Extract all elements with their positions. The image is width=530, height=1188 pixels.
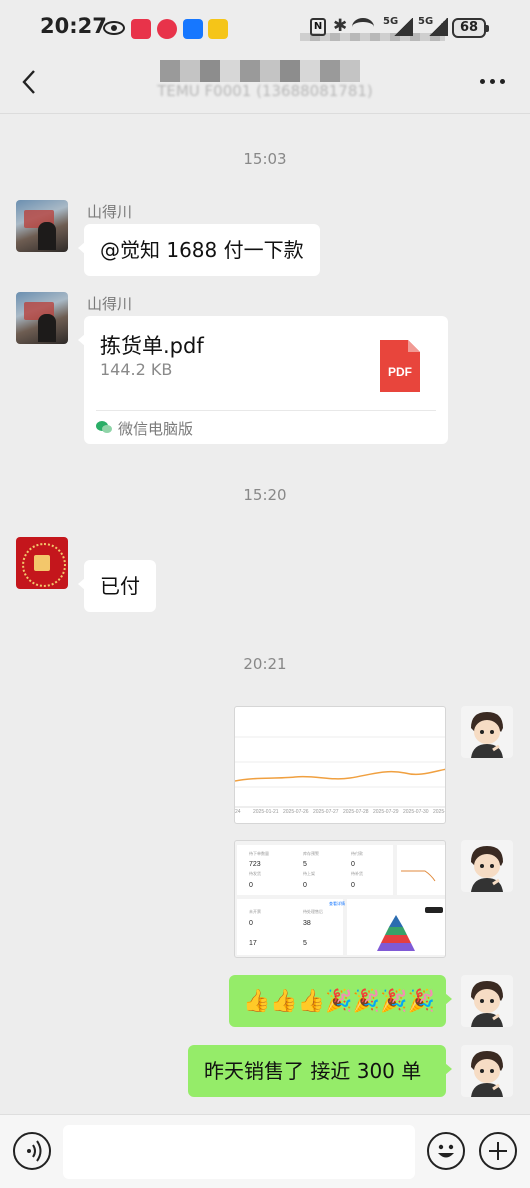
dash-value: 17	[249, 940, 257, 947]
dash-label: 待下单数量	[249, 850, 269, 856]
avatar[interactable]	[16, 200, 68, 252]
timestamp: 15:20	[243, 486, 287, 504]
more-dots-icon[interactable]	[478, 70, 508, 90]
message-input[interactable]	[63, 1125, 415, 1179]
cartoon-avatar-icon	[471, 981, 503, 1027]
nfc-icon: N	[310, 18, 326, 36]
chat-subtitle: TEMU F0001 (13688081781)	[157, 82, 373, 100]
dash-label: 待补货	[351, 870, 363, 876]
wifi-icon	[352, 18, 374, 36]
dash-label: 库存预警	[303, 850, 319, 856]
chevron-left-icon[interactable]	[18, 68, 42, 96]
dash-value: 5	[303, 861, 307, 868]
divider	[96, 410, 436, 411]
input-bar	[0, 1114, 530, 1188]
dash-label: 待发货	[249, 870, 261, 876]
sender-name: 山得川	[87, 203, 133, 221]
app-icon-pinduoduo	[131, 19, 151, 39]
tick-label: 24	[235, 809, 241, 815]
file-source-label: 微信电脑版	[118, 420, 194, 438]
avatar-self[interactable]	[461, 840, 513, 892]
message-bubble[interactable]: 已付	[78, 560, 156, 612]
dash-value: 723	[249, 861, 261, 868]
cartoon-avatar-icon	[471, 1051, 503, 1097]
dash-label: 待付款	[351, 850, 363, 856]
plus-circle-icon[interactable]	[479, 1132, 517, 1170]
party-popper-icon: 🎉	[380, 989, 408, 1014]
thumbs-up-icon: 👍	[243, 989, 271, 1014]
eye-icon	[103, 21, 125, 35]
status-bar: 20:27 N ✱ 5G 5G 68	[0, 0, 530, 58]
dash-value: 0	[351, 861, 355, 868]
avatar-self[interactable]	[461, 706, 513, 758]
file-name: 拣货单.pdf	[100, 334, 204, 358]
chat-header: TEMU F0001 (13688081781)	[0, 58, 530, 114]
app-icon-shop	[157, 19, 177, 39]
tick-label: 2025-07-28	[343, 809, 369, 815]
tick-label: 2025-07	[433, 809, 446, 815]
cartoon-avatar-icon	[471, 712, 503, 758]
avatar-self[interactable]	[461, 1045, 513, 1097]
timestamp: 20:21	[243, 655, 287, 673]
message-bubble[interactable]: 昨天销售了 接近 300 单	[188, 1045, 452, 1097]
dash-link: 查看详情	[329, 900, 345, 906]
dashboard-screenshot: 待下单数量 库存预警 待付款 待发货 待上架 待补货 未开票 待处理售后 查看详…	[237, 845, 445, 955]
smiley-icon[interactable]	[427, 1132, 465, 1170]
avatar-self[interactable]	[461, 975, 513, 1027]
dash-value: 0	[249, 882, 253, 889]
chat-title	[160, 60, 360, 82]
app-icon-alipay	[183, 19, 203, 39]
timestamp: 15:03	[243, 150, 287, 168]
thumbs-up-icon: 👍	[270, 989, 298, 1014]
avatar[interactable]	[16, 292, 68, 344]
cartoon-avatar-icon	[471, 846, 503, 892]
dash-label: 待处理售后	[303, 908, 323, 914]
signal-icon-1	[393, 18, 413, 36]
image-message[interactable]: 待下单数量 库存预警 待付款 待发货 待上架 待补货 未开票 待处理售后 查看详…	[234, 840, 446, 958]
signal-icon-2	[428, 18, 448, 36]
tick-label: 2025-07-29	[373, 809, 399, 815]
dash-label: 待上架	[303, 870, 315, 876]
tick-label: 2025-07-26	[283, 809, 309, 815]
file-message-card[interactable]: 拣货单.pdf 144.2 KB PDF 微信电脑版	[78, 316, 448, 444]
line-chart-screenshot: 24 2025-01-21 2025-07-26 2025-07-27 2025…	[235, 736, 446, 815]
tick-label: 2025-07-27	[313, 809, 339, 815]
dash-label: 未开票	[249, 908, 261, 914]
party-popper-icon: 🎉	[325, 989, 353, 1014]
bluetooth-icon: ✱	[333, 16, 348, 36]
wechat-icon	[96, 421, 112, 433]
avatar[interactable]	[16, 537, 68, 589]
dash-value: 0	[351, 882, 355, 889]
pdf-file-icon: PDF	[380, 340, 420, 392]
battery-icon: 68	[452, 18, 489, 38]
sender-name: 山得川	[87, 295, 133, 313]
party-popper-icon: 🎉	[352, 989, 381, 1014]
app-icon-mail	[208, 19, 228, 39]
thumbs-up-icon: 👍	[297, 989, 326, 1014]
dash-value: 0	[303, 882, 307, 889]
message-bubble[interactable]: @觉知 1688 付一下款	[78, 224, 320, 276]
tick-label: 2025-01-21	[253, 809, 279, 815]
status-time: 20:27	[40, 14, 107, 38]
emoji-message-bubble[interactable]: 👍👍👍🎉🎉🎉🎉	[229, 975, 452, 1027]
dash-value: 38	[303, 920, 311, 927]
dash-value: 5	[303, 940, 307, 947]
tick-label: 2025-07-30	[403, 809, 429, 815]
file-size: 144.2 KB	[100, 360, 173, 379]
voice-icon[interactable]	[13, 1132, 51, 1170]
dash-value: 0	[249, 920, 253, 927]
party-popper-icon: 🎉	[407, 989, 435, 1014]
pdf-label: PDF	[388, 365, 412, 379]
image-message[interactable]: 24 2025-01-21 2025-07-26 2025-07-27 2025…	[234, 706, 446, 824]
